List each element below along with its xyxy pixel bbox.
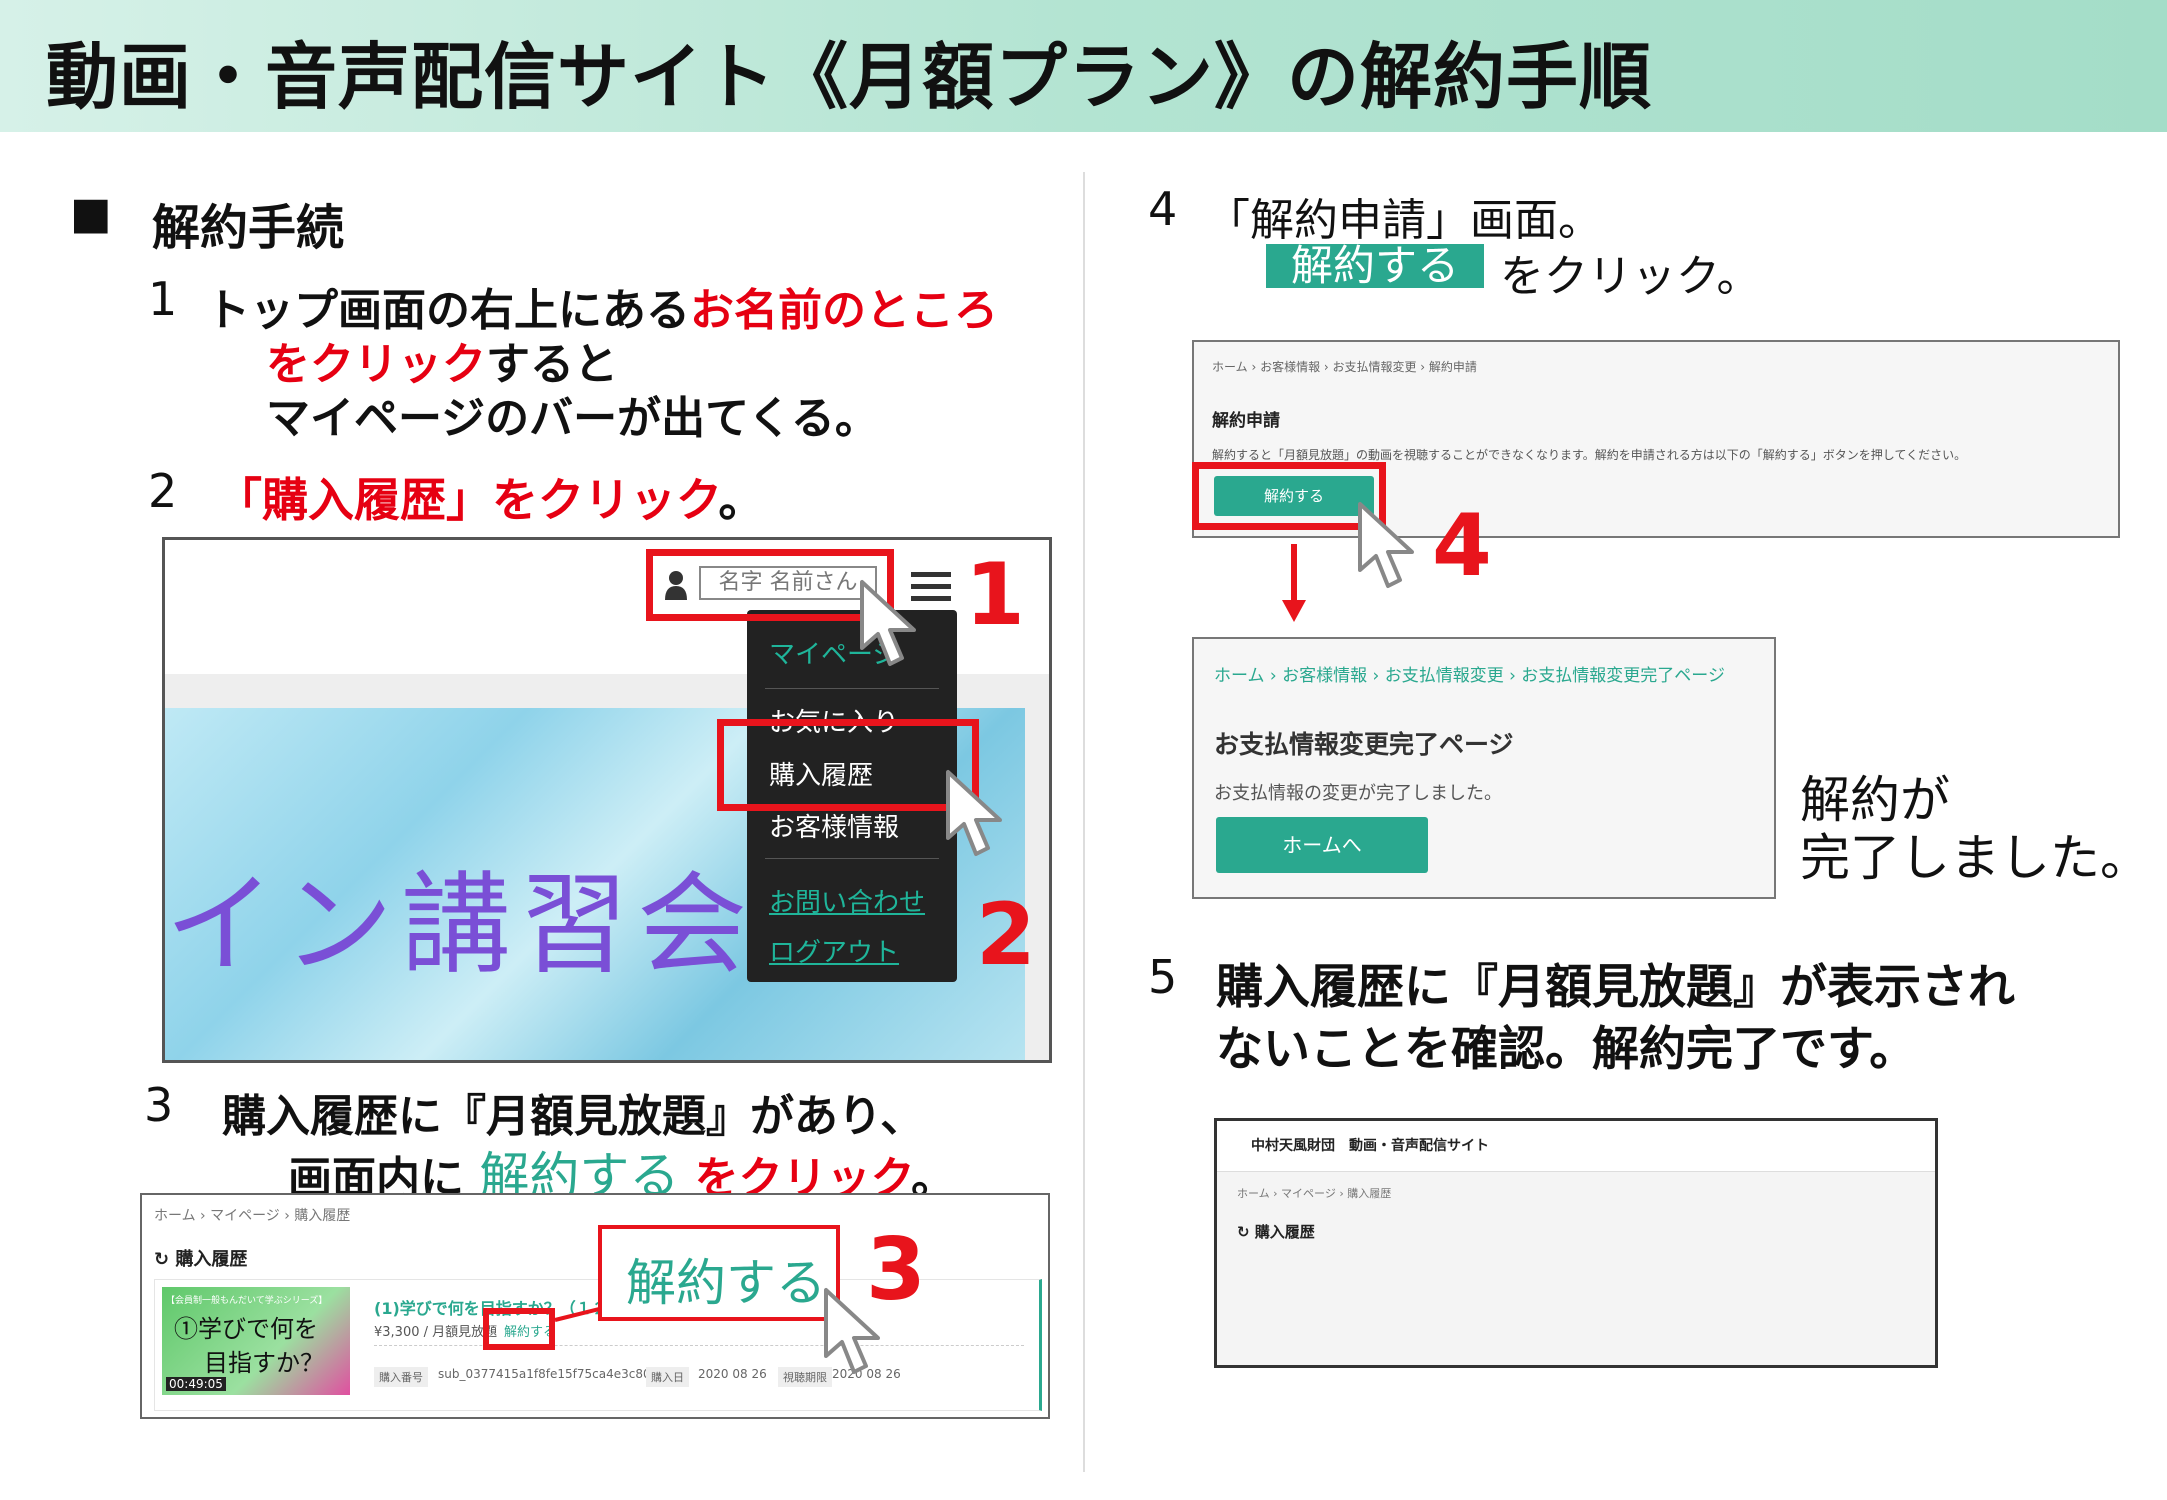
cancel-heading: 解約申請 <box>1212 411 1280 431</box>
card-divider <box>374 1345 1024 1347</box>
step1-number: 1 <box>148 272 178 326</box>
completion-heading: お支払情報変更完了ページ <box>1214 730 1514 759</box>
step2-number: 2 <box>148 464 178 518</box>
thumb-series: 【会員制一般もんだいて学ぶシリーズ】 <box>166 1296 328 1306</box>
step5-line2: ないことを確認。解約完了です。 <box>1216 1022 1917 1077</box>
step4-number: 4 <box>1148 182 1178 236</box>
step4-button-sample: 解約する <box>1266 244 1484 288</box>
cursor-arrow-icon <box>1356 500 1426 592</box>
home-button[interactable]: ホームへ <box>1216 817 1428 873</box>
menu-divider <box>765 858 939 859</box>
thumb-title-b: 目指すか？ <box>204 1349 324 1377</box>
video-thumbnail[interactable]: 【会員制一般もんだいて学ぶシリーズ】 ①学びで何を 目指すか？ 00:49:05 <box>162 1287 350 1395</box>
cursor-arrow-icon <box>944 768 1014 860</box>
step4-line2: をクリック。 <box>1500 251 1761 302</box>
step4-line1: 「解約申請」画面。 <box>1206 195 1602 246</box>
step-label-1: 1 <box>965 545 1025 645</box>
step-label-2: 2 <box>976 885 1036 985</box>
history-heading: ↻ 購入履歴 <box>154 1249 248 1270</box>
menu-divider <box>765 688 939 689</box>
step5-line1: 購入履歴に『月額見放題』が表示され <box>1216 960 2015 1015</box>
step3-line1: 購入履歴に『月額見放題』があり、 <box>222 1091 925 1142</box>
menu-item-contact[interactable]: お問い合わせ <box>769 882 925 919</box>
completion-description: お支払情報の変更が完了しました。 <box>1214 783 1502 804</box>
done-line2: 完了しました。 <box>1800 829 2150 887</box>
history-heading: ↻ 購入履歴 <box>1237 1223 1315 1241</box>
screenshot-purchase-history-empty: 中村天風財団 動画・音声配信サイト ホーム › マイページ › 購入履歴 ↻ 購… <box>1214 1118 1938 1368</box>
step2-text-b: 。 <box>718 473 765 527</box>
section-marker: ■ <box>70 188 112 239</box>
highlight-box-cancel-link <box>483 1308 555 1350</box>
thumb-duration: 00:49:05 <box>166 1377 226 1391</box>
banner-text: イン講習会 <box>165 861 755 989</box>
step3-number: 3 <box>144 1078 174 1132</box>
step5-number: 5 <box>1148 950 1178 1004</box>
section-title: 解約手続 <box>152 200 345 256</box>
thumb-title-a: ①学びで何を <box>174 1315 318 1343</box>
down-arrow-icon <box>1280 544 1308 624</box>
item-price: ¥3,300 / 月額見放題 <box>374 1325 498 1340</box>
step2-line: 「購入履歴」をクリック。 <box>216 464 764 530</box>
cursor-arrow-icon <box>858 578 928 670</box>
column-divider <box>1083 172 1085 1472</box>
step2-text-a: 「購入履歴」をクリック <box>216 473 719 527</box>
menu-item-logout[interactable]: ログアウト <box>769 932 899 969</box>
purchase-no: sub_0377415a1f8fe15f75ca4e3c80 <box>438 1367 651 1381</box>
highlight-box-purchase-history <box>717 719 979 811</box>
highlight-box-user-name <box>646 549 894 621</box>
purchase-no-label: 購入番号 <box>374 1367 428 1387</box>
history-heading-text: 購入履歴 <box>175 1249 248 1270</box>
purchase-date-label: 購入日 <box>646 1367 689 1387</box>
callout-text: 解約する <box>626 1254 826 1312</box>
step1-text-b: お名前のところ <box>690 285 998 336</box>
step-label-4: 4 <box>1432 496 1492 596</box>
menu-item-customer-info[interactable]: お客様情報 <box>769 807 899 844</box>
breadcrumb: ホーム › マイページ › 購入履歴 <box>154 1208 351 1224</box>
breadcrumb: ホーム › お客様情報 › お支払情報変更 › 解約申請 <box>1212 360 1477 374</box>
breadcrumb: ホーム › マイページ › 購入履歴 <box>1237 1187 1392 1200</box>
step1-line3: マイページのバーが出てくる。 <box>266 393 879 444</box>
purchase-date: 2020 08 26 <box>698 1367 767 1381</box>
callout-box: 解約する <box>598 1225 840 1321</box>
screenshot-completion: ホーム › お客様情報 › お支払情報変更 › お支払情報変更完了ページ お支払… <box>1192 637 1776 899</box>
cancel-description: 解約すると「月額見放題」の動画を視聴することができなくなります。解約を申請される… <box>1212 448 1967 462</box>
step-label-3: 3 <box>866 1220 926 1320</box>
site-title: 中村天風財団 動画・音声配信サイト <box>1251 1138 1489 1154</box>
breadcrumb: ホーム › お客様情報 › お支払情報変更 › お支払情報変更完了ページ <box>1214 666 1725 686</box>
history-heading-text: 購入履歴 <box>1254 1223 1315 1241</box>
page-title: 動画・音声配信サイト《月額プラン》の解約手順 <box>46 35 1653 119</box>
